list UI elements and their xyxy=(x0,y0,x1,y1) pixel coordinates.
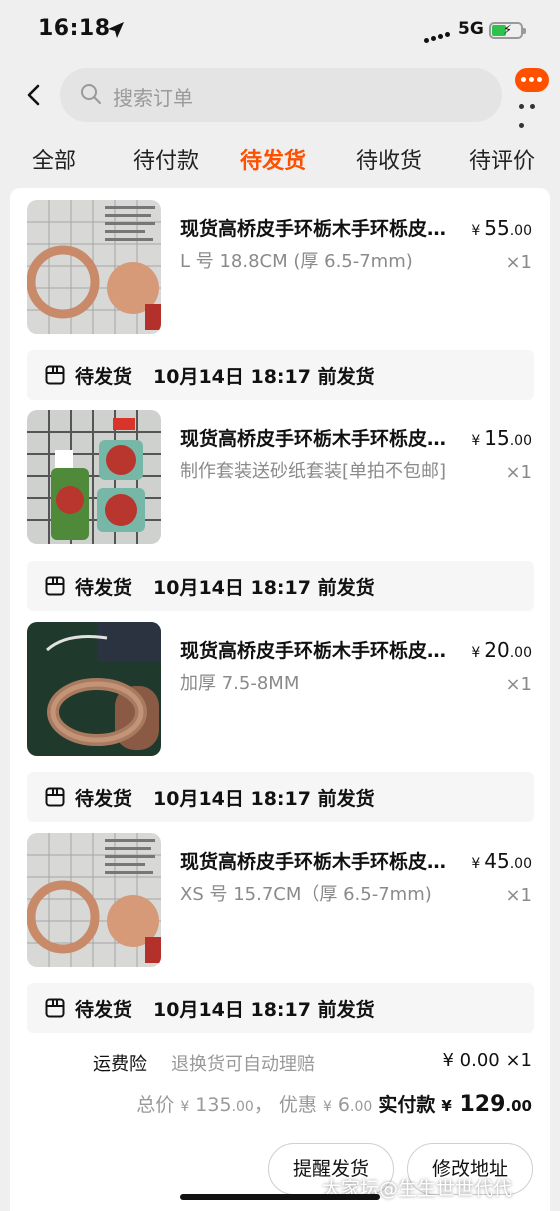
order-item[interactable]: 现货高桥皮手环栃木手环栎皮手环 L 号 18.8CM (厚 6.5-7mm) ¥… xyxy=(10,200,550,350)
tab-pending-receipt[interactable]: 待收货 xyxy=(356,143,422,175)
product-title: 现货高桥皮手环栃木手环栎皮手环 xyxy=(180,640,462,662)
shipping-insurance-row: 运费险 退换货可自动理赔 ¥ 0.00 ×1 xyxy=(10,1048,550,1078)
shipping-deadline: 10月14日 18:17 前发货 xyxy=(153,999,375,1021)
product-quantity: ×1 xyxy=(505,885,532,906)
message-bubble-icon xyxy=(515,68,549,92)
order-totals: 总价 ¥ 135.00， 优惠 ¥ 6.00 实付款 ¥ 129.00 xyxy=(136,1092,532,1117)
order-card: 现货高桥皮手环栃木手环栎皮手环 L 号 18.8CM (厚 6.5-7mm) ¥… xyxy=(10,188,550,1211)
pending-shipment-icon xyxy=(45,365,65,385)
product-image[interactable] xyxy=(27,833,161,967)
product-price: ¥55.00 xyxy=(471,216,532,240)
product-image[interactable] xyxy=(27,622,161,756)
signal-icon xyxy=(424,24,452,43)
order-item[interactable]: 现货高桥皮手环栃木手环栎皮手环 加厚 7.5-8MM ¥20.00 ×1 xyxy=(10,622,550,772)
shipping-status: 待发货 xyxy=(75,999,133,1021)
shipping-deadline: 10月14日 18:17 前发货 xyxy=(153,577,375,599)
shipping-status: 待发货 xyxy=(75,366,133,388)
shipping-deadline: 10月14日 18:17 前发货 xyxy=(153,788,375,810)
home-indicator[interactable] xyxy=(180,1194,380,1200)
status-bar: 16:18 5G ⚡ xyxy=(0,0,560,60)
search-placeholder: 搜索订单 xyxy=(113,86,193,110)
insurance-description: 退换货可自动理赔 xyxy=(171,1054,315,1075)
paid-label: 实付款 xyxy=(378,1094,436,1116)
tab-pending-payment[interactable]: 待付款 xyxy=(133,143,199,175)
shipping-status-row: 待发货 10月14日 18:17 前发货 xyxy=(27,772,534,822)
tab-all[interactable]: 全部 xyxy=(32,143,76,175)
more-dots-icon xyxy=(519,94,550,132)
order-item[interactable]: 现货高桥皮手环栃木手环栎皮手环 制作套装送砂纸套装[单拍不包邮] ¥15.00 … xyxy=(10,410,550,560)
product-image[interactable] xyxy=(27,410,161,544)
shipping-status: 待发货 xyxy=(75,577,133,599)
shipping-status-row: 待发货 10月14日 18:17 前发货 xyxy=(27,350,534,400)
product-quantity: ×1 xyxy=(505,462,532,483)
insurance-label: 运费险 xyxy=(93,1054,147,1075)
product-price: ¥15.00 xyxy=(471,426,532,450)
pending-shipment-icon xyxy=(45,576,65,596)
paid-value: ¥ 129.00 xyxy=(441,1092,532,1117)
back-button[interactable] xyxy=(20,80,48,110)
order-item[interactable]: 现货高桥皮手环栃木手环栎皮手环 XS 号 15.7CM（厚 6.5-7mm) ¥… xyxy=(10,833,550,983)
discount-value: 6 xyxy=(337,1094,350,1116)
product-title: 现货高桥皮手环栃木手环栎皮手环 xyxy=(180,218,462,240)
total-value: 135 xyxy=(195,1094,232,1116)
shipping-status-row: 待发货 10月14日 18:17 前发货 xyxy=(27,561,534,611)
product-spec: 制作套装送砂纸套装[单拍不包邮] xyxy=(180,461,447,482)
product-price: ¥20.00 xyxy=(471,638,532,662)
insurance-price: ¥ 0.00 ×1 xyxy=(442,1050,532,1071)
location-arrow-icon xyxy=(108,22,124,38)
tab-pending-shipment[interactable]: 待发货 xyxy=(240,143,306,175)
search-icon xyxy=(81,84,101,104)
product-spec: XS 号 15.7CM（厚 6.5-7mm) xyxy=(180,884,432,905)
network-label: 5G xyxy=(458,19,484,39)
order-tabs: 全部 待付款 待发货 待收货 待评价 xyxy=(0,143,560,183)
battery-icon: ⚡ xyxy=(489,22,526,39)
product-quantity: ×1 xyxy=(505,674,532,695)
shipping-deadline: 10月14日 18:17 前发货 xyxy=(153,366,375,388)
shipping-status: 待发货 xyxy=(75,788,133,810)
product-quantity: ×1 xyxy=(505,252,532,273)
product-image[interactable] xyxy=(27,200,161,334)
search-input[interactable]: 搜索订单 xyxy=(60,68,502,122)
status-time: 16:18 xyxy=(38,16,111,41)
total-label: 总价 xyxy=(136,1094,175,1116)
product-spec: L 号 18.8CM (厚 6.5-7mm) xyxy=(180,251,413,272)
product-title: 现货高桥皮手环栃木手环栎皮手环 xyxy=(180,851,462,873)
shipping-status-row: 待发货 10月14日 18:17 前发货 xyxy=(27,983,534,1033)
tab-pending-review[interactable]: 待评价 xyxy=(469,143,535,175)
pending-shipment-icon xyxy=(45,787,65,807)
more-menu-button[interactable] xyxy=(514,66,550,128)
pending-shipment-icon xyxy=(45,998,65,1018)
product-spec: 加厚 7.5-8MM xyxy=(180,673,300,694)
product-price: ¥45.00 xyxy=(471,849,532,873)
product-title: 现货高桥皮手环栃木手环栎皮手环 xyxy=(180,428,462,450)
discount-label: 优惠 xyxy=(278,1094,317,1116)
